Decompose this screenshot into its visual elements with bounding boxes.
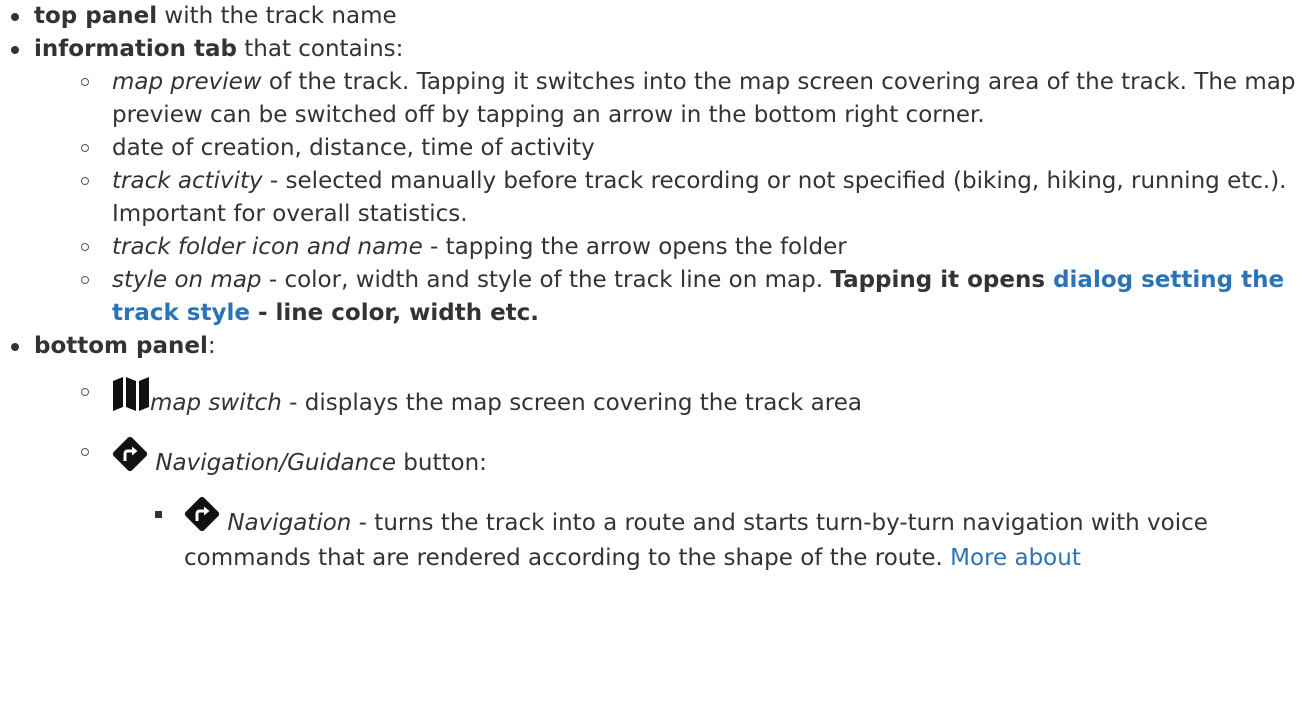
track-folder-desc: - tapping the arrow opens the folder [422, 234, 847, 260]
style-on-map-bold-tail: - line color, width etc. [249, 300, 540, 326]
list-item-bottom-panel: bottom panel: map switch - displays the … [11, 330, 1314, 575]
date-desc: date of creation, distance, time of acti… [112, 135, 595, 161]
track-activity-term: track activity [112, 168, 263, 194]
list-item-map-preview: map preview of the track. Tapping it swi… [81, 66, 1314, 132]
list-item-track-activity: track activity - selected manually befor… [81, 165, 1314, 231]
list-item-top-panel: top panel with the track name [11, 0, 1314, 33]
track-folder-term: track folder icon and name [112, 234, 423, 260]
top-panel-term: top panel [34, 3, 158, 29]
list-item-track-folder: track folder icon and name - tapping the… [81, 231, 1314, 264]
map-preview-desc: of the track. Tapping it switches into t… [112, 69, 1296, 128]
navigation-term: Navigation [227, 510, 352, 536]
navigation-guidance-desc: button: [395, 450, 487, 476]
navigation-guidance-sublist: Navigation - turns the track into a rout… [112, 496, 1314, 575]
bottom-panel-sublist: map switch - displays the map screen cov… [34, 376, 1314, 575]
list-item-navigation: Navigation - turns the track into a rout… [155, 496, 1314, 575]
map-switch-desc: - displays the map screen covering the t… [281, 390, 862, 416]
map-icon [112, 376, 150, 422]
more-about-link[interactable]: More about [950, 545, 1081, 571]
navigation-guidance-term: Navigation/Guidance [155, 450, 396, 476]
information-tab-term: information tab [34, 36, 237, 62]
list-item-information-tab: information tab that contains: map previ… [11, 33, 1314, 330]
bottom-panel-desc: : [207, 333, 216, 359]
navigation-icon [184, 496, 220, 542]
document: top panel with the track name informatio… [0, 0, 1314, 575]
map-preview-term: map preview [112, 69, 262, 95]
information-tab-desc: that contains: [236, 36, 404, 62]
top-panel-desc: with the track name [157, 3, 397, 29]
bottom-panel-term: bottom panel [34, 333, 208, 359]
style-on-map-desc: - color, width and style of the track li… [261, 267, 831, 293]
map-switch-term: map switch [150, 390, 282, 416]
list-item-map-switch: map switch - displays the map screen cov… [81, 376, 1314, 422]
list-item-navigation-guidance: Navigation/Guidance button: Navigation -… [81, 436, 1314, 575]
navigation-icon [112, 436, 148, 482]
track-activity-desc: - selected manually before track recordi… [112, 168, 1287, 227]
style-on-map-term: style on map [112, 267, 262, 293]
list-item-style-on-map: style on map - color, width and style of… [81, 264, 1314, 330]
style-on-map-bold-lead: Tapping it opens [830, 267, 1054, 293]
list-item-date: date of creation, distance, time of acti… [81, 132, 1314, 165]
information-tab-sublist: map preview of the track. Tapping it swi… [34, 66, 1314, 330]
top-level-list: top panel with the track name informatio… [0, 0, 1314, 575]
